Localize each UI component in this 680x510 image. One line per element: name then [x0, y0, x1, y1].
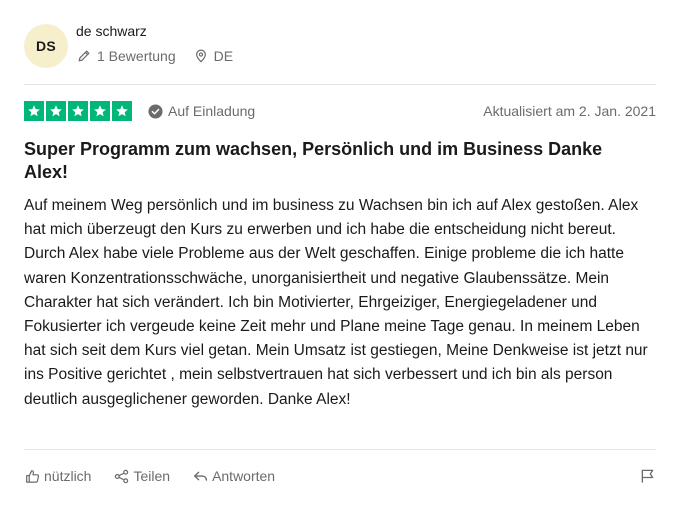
- review-title: Super Programm zum wachsen, Persönlich u…: [24, 139, 603, 182]
- reply-icon: [192, 468, 208, 484]
- review-actions: nützlich Teilen Antworten: [24, 466, 656, 486]
- star-icon: [112, 101, 132, 121]
- reply-label: Antworten: [212, 468, 276, 484]
- reply-button[interactable]: Antworten: [192, 468, 275, 484]
- rating-row: Auf Einladung Aktualisiert am 2. Jan. 20…: [24, 101, 656, 121]
- star-icon: [46, 101, 66, 121]
- star-icon: [24, 101, 44, 121]
- reviewer-name[interactable]: de schwarz: [76, 22, 233, 40]
- review-body: Auf meinem Weg persönlich und im busines…: [24, 197, 648, 408]
- reviewer-info: de schwarz 1 Bewertung DE: [76, 23, 233, 64]
- review-date: Aktualisiert am 2. Jan. 2021: [483, 103, 656, 119]
- star-icon: [90, 101, 110, 121]
- star-icon: [68, 101, 88, 121]
- useful-button[interactable]: nützlich: [24, 468, 91, 484]
- share-icon: [113, 468, 129, 484]
- country-text: DE: [213, 48, 234, 64]
- reviewer-meta: 1 Bewertung DE: [76, 48, 233, 64]
- avatar[interactable]: DS: [24, 24, 68, 68]
- divider: [24, 84, 656, 85]
- reviewer-country: DE: [193, 48, 233, 64]
- reviews-count: 1 Bewertung: [76, 48, 176, 64]
- thumbs-up-icon: [24, 468, 40, 484]
- share-label: Teilen: [133, 468, 171, 484]
- review-card: DS de schwarz 1 Bewertung DE Auf Einladu…: [0, 0, 680, 510]
- divider: [24, 449, 656, 450]
- share-button[interactable]: Teilen: [113, 468, 170, 484]
- flag-icon: [640, 468, 655, 484]
- useful-label: nützlich: [44, 468, 92, 484]
- reviewer-header: DS de schwarz 1 Bewertung DE: [24, 23, 233, 68]
- reviews-count-text: 1 Bewertung: [97, 48, 176, 64]
- invited-badge[interactable]: Auf Einladung: [148, 103, 255, 119]
- location-pin-icon: [193, 48, 209, 64]
- star-rating: [24, 101, 132, 121]
- check-circle-icon: [148, 103, 163, 119]
- pencil-icon: [76, 48, 92, 64]
- report-button[interactable]: [638, 467, 656, 485]
- invited-label: Auf Einladung: [168, 103, 256, 119]
